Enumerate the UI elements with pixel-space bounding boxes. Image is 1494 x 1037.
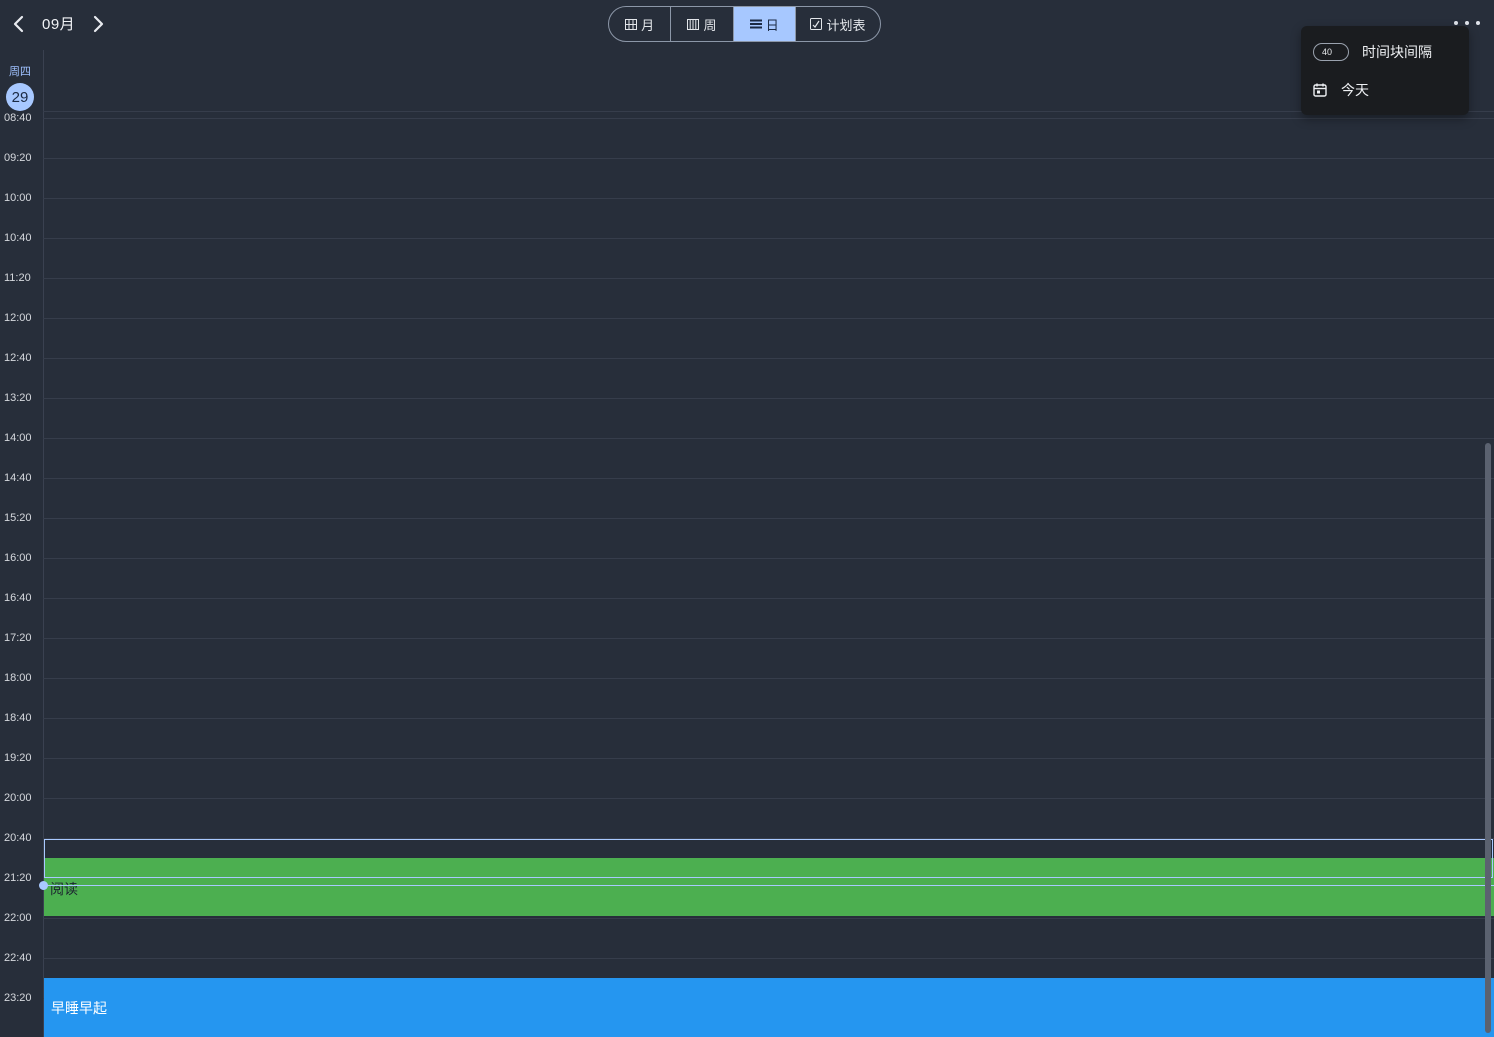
time-label: 18:00 — [4, 672, 32, 684]
chevron-right-icon — [93, 15, 104, 33]
time-label: 16:40 — [4, 592, 32, 604]
grid-line — [43, 438, 1494, 439]
tab-week-label: 周 — [703, 17, 717, 33]
tab-month-label: 月 — [641, 17, 655, 33]
time-label: 10:00 — [4, 192, 32, 204]
tab-day-label: 日 — [765, 17, 779, 33]
grid-line — [43, 918, 1494, 919]
time-label: 18:40 — [4, 712, 32, 724]
tab-month[interactable]: 月 — [609, 7, 672, 41]
time-label: 19:20 — [4, 752, 32, 764]
time-label: 14:00 — [4, 432, 32, 444]
options-menu: 40 时间块间隔 今天 — [1301, 26, 1469, 115]
prev-month-button[interactable] — [6, 10, 32, 38]
grid-line — [43, 958, 1494, 959]
grid-line — [43, 798, 1494, 799]
grid-line — [43, 238, 1494, 239]
scrollbar[interactable] — [1485, 443, 1491, 1033]
time-label: 08:40 — [4, 112, 32, 124]
time-label: 15:20 — [4, 512, 32, 524]
grid-line — [43, 638, 1494, 639]
grid-line — [43, 198, 1494, 199]
plan-icon — [810, 18, 823, 30]
time-label: 16:00 — [4, 552, 32, 564]
event-title: 早睡早起 — [51, 1000, 107, 1016]
weekday-label: 周四 — [9, 66, 31, 78]
day-header[interactable]: 周四 29 — [0, 60, 40, 111]
time-label: 17:20 — [4, 632, 32, 644]
grid-line — [43, 478, 1494, 479]
date-badge: 29 — [6, 83, 34, 111]
interval-label: 时间块间隔 — [1362, 44, 1432, 60]
grid-line — [43, 111, 1494, 112]
tab-day[interactable]: 日 — [733, 7, 796, 41]
current-time-dot — [39, 881, 48, 890]
grid-line — [43, 518, 1494, 519]
month-title[interactable]: 09月 — [42, 13, 75, 34]
time-label: 14:40 — [4, 472, 32, 484]
view-switcher: 月 周 日 计划表 — [608, 6, 881, 42]
menu-item-today[interactable]: 今天 — [1313, 80, 1369, 100]
grid-icon — [625, 18, 638, 30]
time-label: 20:40 — [4, 832, 32, 844]
time-label: 21:20 — [4, 872, 32, 884]
grid-line — [43, 398, 1494, 399]
grid-line — [43, 598, 1494, 599]
time-label: 22:00 — [4, 912, 32, 924]
grid-line — [43, 758, 1494, 759]
top-bar: 09月 月 周 日 计划表 — [0, 0, 1494, 50]
current-time-line — [43, 885, 1494, 886]
columns-icon — [687, 18, 700, 30]
tab-plan[interactable]: 计划表 — [796, 7, 880, 41]
time-label: 22:40 — [4, 952, 32, 964]
time-label: 09:20 — [4, 152, 32, 164]
time-label: 13:20 — [4, 392, 32, 404]
grid-line — [43, 558, 1494, 559]
time-label: 10:40 — [4, 232, 32, 244]
grid-line — [43, 278, 1494, 279]
grid-line — [43, 358, 1494, 359]
today-label: 今天 — [1341, 82, 1369, 98]
grid-line — [43, 318, 1494, 319]
event-sleep-early[interactable]: 早睡早起 — [44, 978, 1494, 1037]
chevron-left-icon — [13, 15, 24, 33]
list-icon — [749, 19, 762, 29]
grid-line — [43, 118, 1494, 119]
more-horizontal-icon — [1454, 21, 1458, 25]
interval-pill: 40 — [1313, 43, 1349, 61]
time-label: 12:00 — [4, 312, 32, 324]
event-title: 阅读 — [50, 881, 78, 897]
grid-line — [43, 158, 1494, 159]
time-label: 11:20 — [4, 272, 31, 284]
tab-plan-label: 计划表 — [826, 17, 866, 33]
next-month-button[interactable] — [85, 10, 111, 38]
time-selection-box[interactable] — [44, 839, 1493, 878]
time-label: 23:20 — [4, 992, 32, 1004]
time-label: 12:40 — [4, 352, 32, 364]
menu-item-interval[interactable]: 40 时间块间隔 — [1313, 42, 1432, 62]
grid-line — [43, 678, 1494, 679]
calendar-icon — [1313, 83, 1327, 97]
time-label: 20:00 — [4, 792, 32, 804]
grid-line — [43, 718, 1494, 719]
tab-week[interactable]: 周 — [671, 7, 734, 41]
